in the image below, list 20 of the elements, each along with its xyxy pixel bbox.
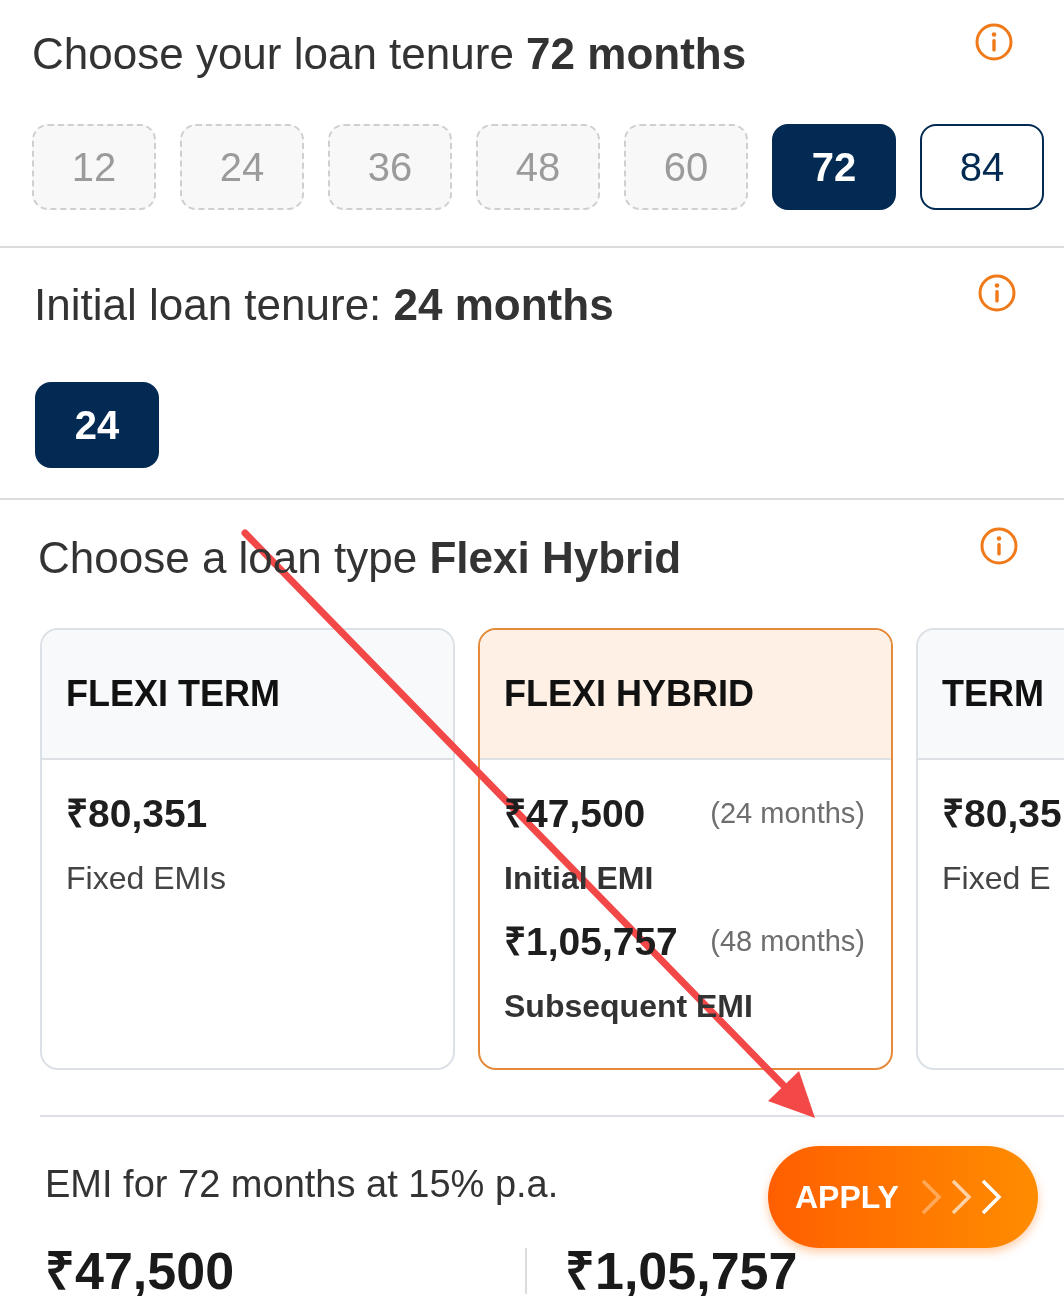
card-title: FLEXI TERM — [66, 672, 280, 716]
emi-summary-text: EMI for 72 months at 15% p.a. — [45, 1162, 559, 1206]
loan-type-card[interactable]: FLEXI TERM ₹80,351 Fixed EMIs — [40, 628, 455, 1070]
info-icon[interactable] — [980, 527, 1018, 565]
emi-amount: ₹80,35 — [942, 791, 1062, 837]
loan-type-card[interactable]: TERM ₹80,35 Fixed E — [916, 628, 1064, 1070]
info-icon[interactable] — [975, 23, 1013, 61]
tenure-option[interactable]: 72 — [772, 124, 896, 210]
tenure-option[interactable]: 84 — [920, 124, 1044, 210]
tenure-option[interactable]: 24 — [35, 382, 159, 468]
card-title: FLEXI HYBRID — [504, 672, 754, 716]
card-title: TERM — [942, 672, 1044, 716]
emi-period: (24 months) — [710, 796, 865, 832]
info-icon[interactable] — [978, 274, 1016, 312]
emi-label: Fixed E — [942, 859, 1051, 897]
emi-amount: ₹80,351 — [66, 791, 208, 837]
emi-label: Fixed EMIs — [66, 859, 227, 897]
section-title: Choose your loan tenure 72 months — [32, 28, 747, 80]
emi-period: (48 months) — [710, 924, 865, 960]
section-title: Initial loan tenure: 24 months — [34, 279, 614, 331]
